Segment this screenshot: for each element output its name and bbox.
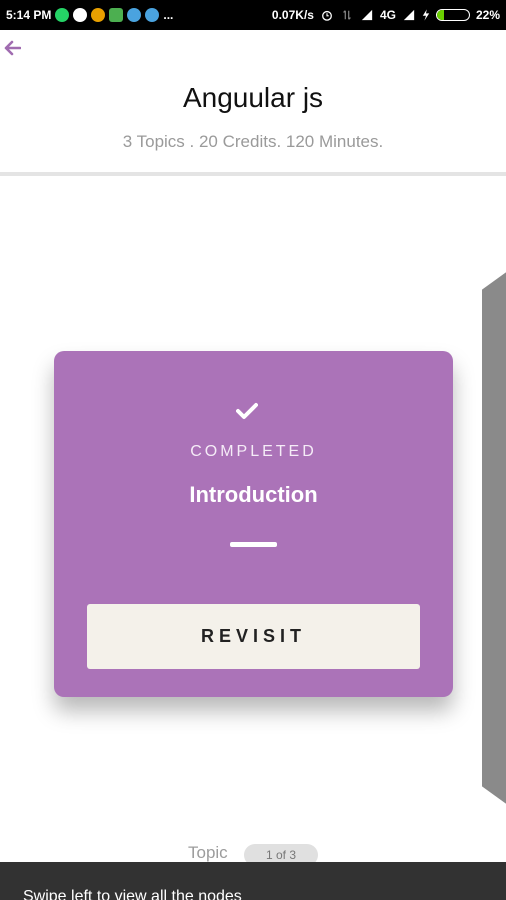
camera-icon [145,8,160,22]
phone-icon [73,8,88,22]
battery-level [436,10,444,20]
back-arrow-icon [4,40,21,56]
check-icon [236,403,258,419]
more-notifications: ... [163,8,174,22]
topic-divider [230,542,277,547]
app-icon [91,8,106,22]
message-icon [109,8,124,22]
snackbar: Swipe left to view all the nodes [0,862,506,900]
course-title: Anguular js [182,82,324,113]
network-type: 4G [379,8,396,22]
topic-status: COMPLETED [190,443,317,460]
next-topic-card[interactable] [482,268,506,808]
signal-icon [361,9,373,21]
pager-label: Topic [188,843,228,862]
whatsapp-icon [55,8,70,22]
status-right: 0.07K/s 4G 22% [272,8,500,22]
charging-icon [422,9,430,21]
status-left: 5:14 PM ... [6,8,173,22]
header-divider [0,172,506,176]
settings-icon [127,8,142,22]
course-meta: 3 Topics . 20 Credits. 120 Minutes. [122,132,384,151]
status-time: 5:14 PM [6,8,52,22]
topic-title: Introduction [189,482,318,507]
back-button[interactable] [0,34,24,62]
battery-percent: 22% [475,8,500,22]
data-transfer-icon [343,10,351,20]
status-bar: 5:14 PM ... 0.07K/s 4G 22% [0,0,506,30]
network-speed: 0.07K/s [271,8,314,22]
alarm-icon [322,10,332,21]
snackbar-message: Swipe left to view all the nodes [23,888,242,900]
signal-icon-2 [403,9,415,21]
revisit-button[interactable]: REVISIT [87,604,420,669]
battery-icon [435,9,470,21]
